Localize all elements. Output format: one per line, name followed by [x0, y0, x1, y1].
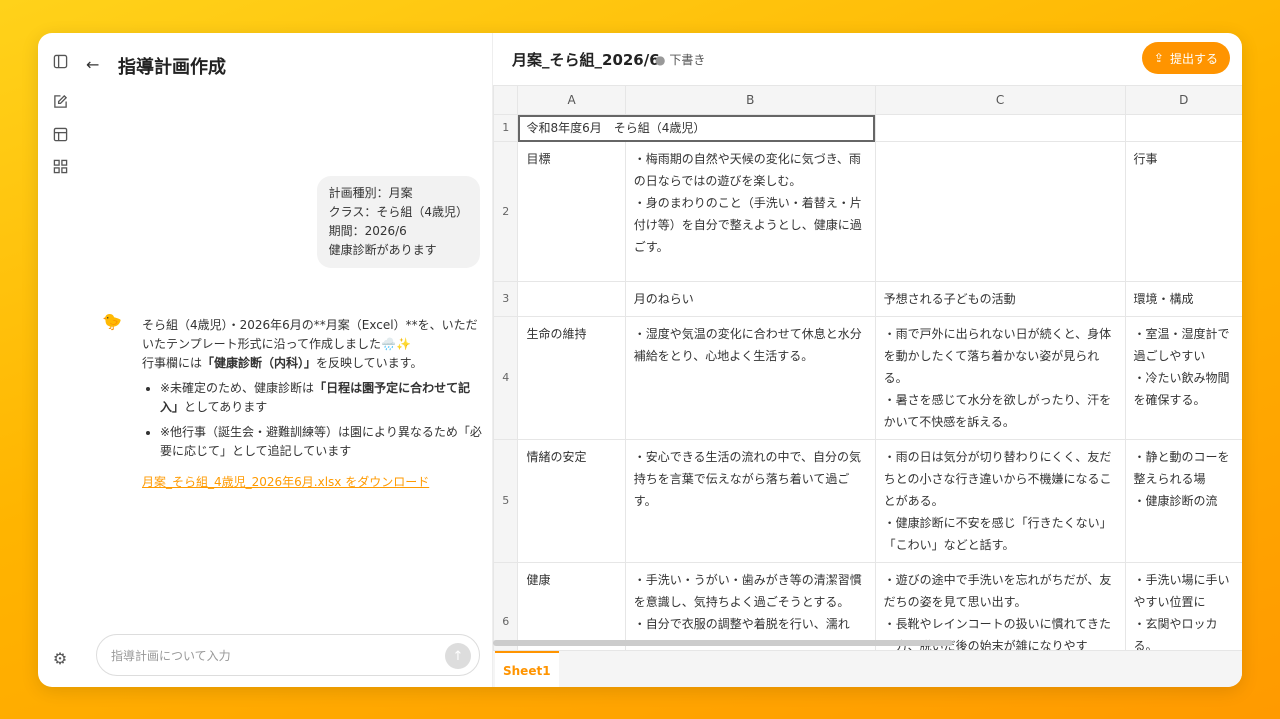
cell[interactable]	[874, 114, 1126, 142]
cell[interactable]	[874, 141, 1126, 282]
table-row: 1 令和8年度6月 そら組（4歳児）	[493, 114, 1242, 142]
table-row: 3 月のねらい 予想される子どもの活動 環境・構成	[493, 281, 1242, 317]
cell[interactable]	[1124, 114, 1242, 142]
download-link[interactable]: 月案_そら組_4歳児_2026年6月.xlsx をダウンロード	[142, 473, 429, 492]
text: 行事欄には	[142, 356, 203, 370]
spreadsheet-panel: 月案_そら組_2026/6 ● 下書き ⇪ 提出する A B C D 1 令和8年度…	[492, 33, 1242, 687]
table-row: 2 目標 ・梅雨期の自然や天候の変化に気づき、雨の日ならではの遊びを楽しむ。 ・身の…	[493, 141, 1242, 282]
corner-cell[interactable]	[493, 85, 519, 115]
send-button[interactable]: ↑	[445, 643, 471, 669]
cell[interactable]: ・静と動のコーを整えられる場 ・健康診断の流	[1124, 439, 1242, 563]
row-number[interactable]: 1	[493, 114, 519, 142]
cell[interactable]: ・遊びの途中で手洗いを忘れがちだが、友だちの姿を見て思い出す。 ・長靴やレインコ…	[874, 562, 1126, 650]
submit-label: 提出する	[1169, 51, 1218, 66]
cell[interactable]	[517, 281, 626, 317]
text: を反映しています。	[316, 356, 423, 370]
row-number[interactable]: 2	[493, 141, 519, 282]
cell[interactable]: ・湿度や気温の変化に合わせて休息と水分補給をとり、心地よく生活する。	[624, 316, 876, 440]
bullet-item: ※未確定のため、健康診断は「日程は園予定に合わせて記入」としてあります	[160, 379, 482, 417]
message-text: 行事欄には「健康診断（内科）」を反映しています。	[142, 354, 482, 373]
text: としてあります	[184, 400, 268, 414]
cell[interactable]: 健康	[517, 562, 626, 650]
bold-text: 「健康診断（内科）」	[202, 356, 317, 370]
status-badge: ● 下書き	[655, 53, 706, 67]
row-number[interactable]: 3	[493, 281, 519, 317]
table-row: 5 情緒の安定 ・安心できる生活の流れの中で、自分の気持ちを言葉で伝えながら落ち着い…	[493, 439, 1242, 563]
app-window: ⚙ ← 指導計画作成 計画種別：月案 クラス：そら組（4歳児） 期間：2026/…	[38, 33, 1242, 687]
chat-input[interactable]: 指導計画について入力 ↑	[96, 634, 480, 676]
column-header[interactable]: C	[874, 85, 1126, 115]
cell[interactable]: ・梅雨期の自然や天候の変化に気づき、雨の日ならではの遊びを楽しむ。 ・身のまわり…	[624, 141, 876, 282]
cell[interactable]: ・安心できる生活の流れの中で、自分の気持ちを言葉で伝えながら落ち着いて過ごす。	[624, 439, 876, 563]
document-title: 月案_そら組_2026/6	[512, 51, 660, 69]
chat-panel: ← 指導計画作成 計画種別：月案 クラス：そら組（4歳児） 期間：2026/6 …	[82, 33, 492, 687]
icon-rail: ⚙	[38, 33, 82, 687]
column-header[interactable]: B	[624, 85, 876, 115]
row-number[interactable]: 6	[493, 562, 519, 650]
spreadsheet-grid[interactable]: A B C D 1 令和8年度6月 そら組（4歳児） 2 目標 ・梅雨期の自然や天候の変…	[493, 85, 1242, 650]
upload-icon: ⇪	[1153, 51, 1164, 65]
submit-button[interactable]: ⇪ 提出する	[1141, 42, 1230, 74]
horizontal-scrollbar[interactable]	[493, 640, 953, 646]
cell[interactable]: ・室温・湿度計で過ごしやすい ・冷たい飲み物間を確保する。	[1124, 316, 1242, 440]
cell-a1[interactable]: 令和8年度6月 そら組（4歳児）	[517, 114, 876, 142]
row-number[interactable]: 5	[493, 439, 519, 563]
grid-icon[interactable]	[51, 157, 69, 175]
settings-icon[interactable]: ⚙	[51, 649, 69, 668]
table-row: 4 生命の維持 ・湿度や気温の変化に合わせて休息と水分補給をとり、心地よく生活する。…	[493, 316, 1242, 440]
back-arrow-icon[interactable]: ←	[86, 55, 99, 74]
cell[interactable]: 目標	[517, 141, 626, 282]
sidebar-toggle-icon[interactable]	[51, 52, 69, 70]
message-text: そら組（4歳児）・2026年6月の**月案（Excel）**を、いただいたテンプ…	[142, 318, 478, 351]
user-message: 計画種別：月案 クラス：そら組（4歳児） 期間：2026/6 健康診断があります	[316, 176, 480, 268]
table-row: 6 健康 ・手洗い・うがい・歯みがき等の清潔習慣を意識し、気持ちよく過ごそうとする。…	[493, 562, 1242, 650]
assistant-message: そら組（4歳児）・2026年6月の**月案（Excel）**を、いただいたテンプ…	[142, 316, 482, 492]
cell[interactable]: ・手洗い場に手いやすい位置に ・玄関やロッカる。	[1124, 562, 1242, 650]
column-header[interactable]: A	[517, 85, 626, 115]
table-icon[interactable]	[51, 125, 69, 143]
cell[interactable]: 行事	[1124, 141, 1242, 282]
cell[interactable]: 月のねらい	[624, 281, 876, 317]
status-text: 下書き	[669, 53, 706, 67]
bullet-item: ※他行事（誕生会・避難訓練等）は園により異なるため「必要に応じて」として追記して…	[160, 423, 482, 461]
cell[interactable]: ・雨で戸外に出られない日が続くと、身体を動かしたくて落ち着かない姿が見られる。 …	[874, 316, 1126, 440]
column-header[interactable]: D	[1124, 85, 1242, 115]
row-number[interactable]: 4	[493, 316, 519, 440]
page-title: 指導計画作成	[118, 57, 226, 78]
cell[interactable]: ・手洗い・うがい・歯みがき等の清潔習慣を意識し、気持ちよく過ごそうとする。 ・自…	[624, 562, 876, 650]
sheet-tab[interactable]: Sheet1	[495, 651, 559, 687]
cell[interactable]: ・雨の日は気分が切り替わりにくく、友だちとの小さな行き違いから不機嫌になることが…	[874, 439, 1126, 563]
chick-avatar-icon: 🐤	[102, 312, 122, 331]
cell[interactable]: 情緒の安定	[517, 439, 626, 563]
cell[interactable]: 生命の維持	[517, 316, 626, 440]
input-placeholder: 指導計画について入力	[111, 648, 231, 663]
sheet-tabs: Sheet1	[493, 650, 1242, 687]
text: ※未確定のため、健康診断は	[160, 381, 315, 395]
cell[interactable]: 予想される子どもの活動	[874, 281, 1126, 317]
cell[interactable]: 環境・構成	[1124, 281, 1242, 317]
edit-icon[interactable]	[51, 92, 69, 110]
